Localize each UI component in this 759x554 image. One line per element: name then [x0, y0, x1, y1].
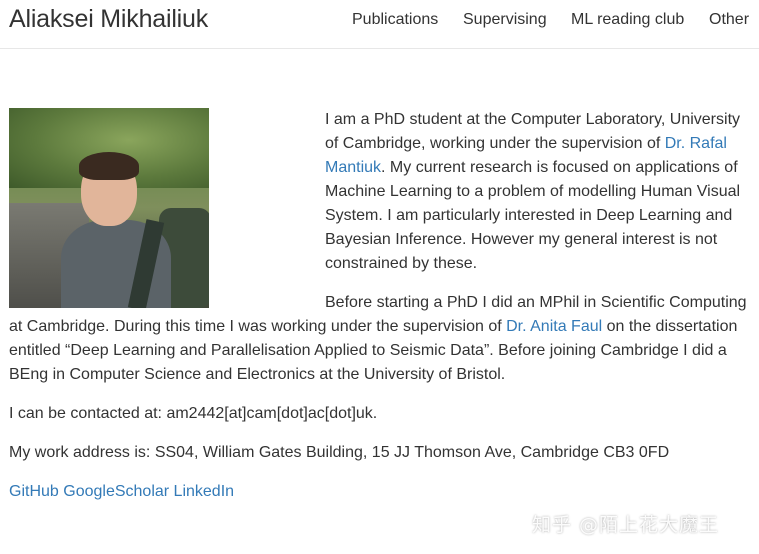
nav-other[interactable]: Other: [709, 11, 749, 29]
google-scholar-link[interactable]: GoogleScholar: [63, 483, 169, 500]
site-brand-link[interactable]: Aliaksei Mikhailiuk: [9, 5, 208, 34]
linkedin-link[interactable]: LinkedIn: [174, 483, 235, 500]
github-link[interactable]: GitHub: [9, 483, 59, 500]
nav-supervising[interactable]: Supervising: [463, 11, 547, 29]
top-navbar: Aliaksei Mikhailiuk Publications Supervi…: [0, 0, 759, 49]
main-content: I am a PhD student at the Computer Labor…: [9, 108, 749, 519]
mphil-supervisor-link[interactable]: Dr. Anita Faul: [506, 318, 602, 335]
photo-hair: [79, 152, 139, 180]
contact-text: I can be contacted at: am2442[at]cam[dot…: [9, 405, 378, 422]
zhihu-watermark: 知乎 @陌上花大魔王: [532, 514, 720, 536]
address-text: My work address is: SS04, William Gates …: [9, 444, 670, 461]
nav-publications[interactable]: Publications: [352, 11, 438, 29]
bio-p1-text-b: . My current research is focused on appl…: [325, 159, 741, 272]
nav-ml-reading-club[interactable]: ML reading club: [571, 11, 684, 29]
profile-photo: [9, 108, 209, 308]
profile-links: GitHub GoogleScholar LinkedIn: [9, 480, 749, 504]
